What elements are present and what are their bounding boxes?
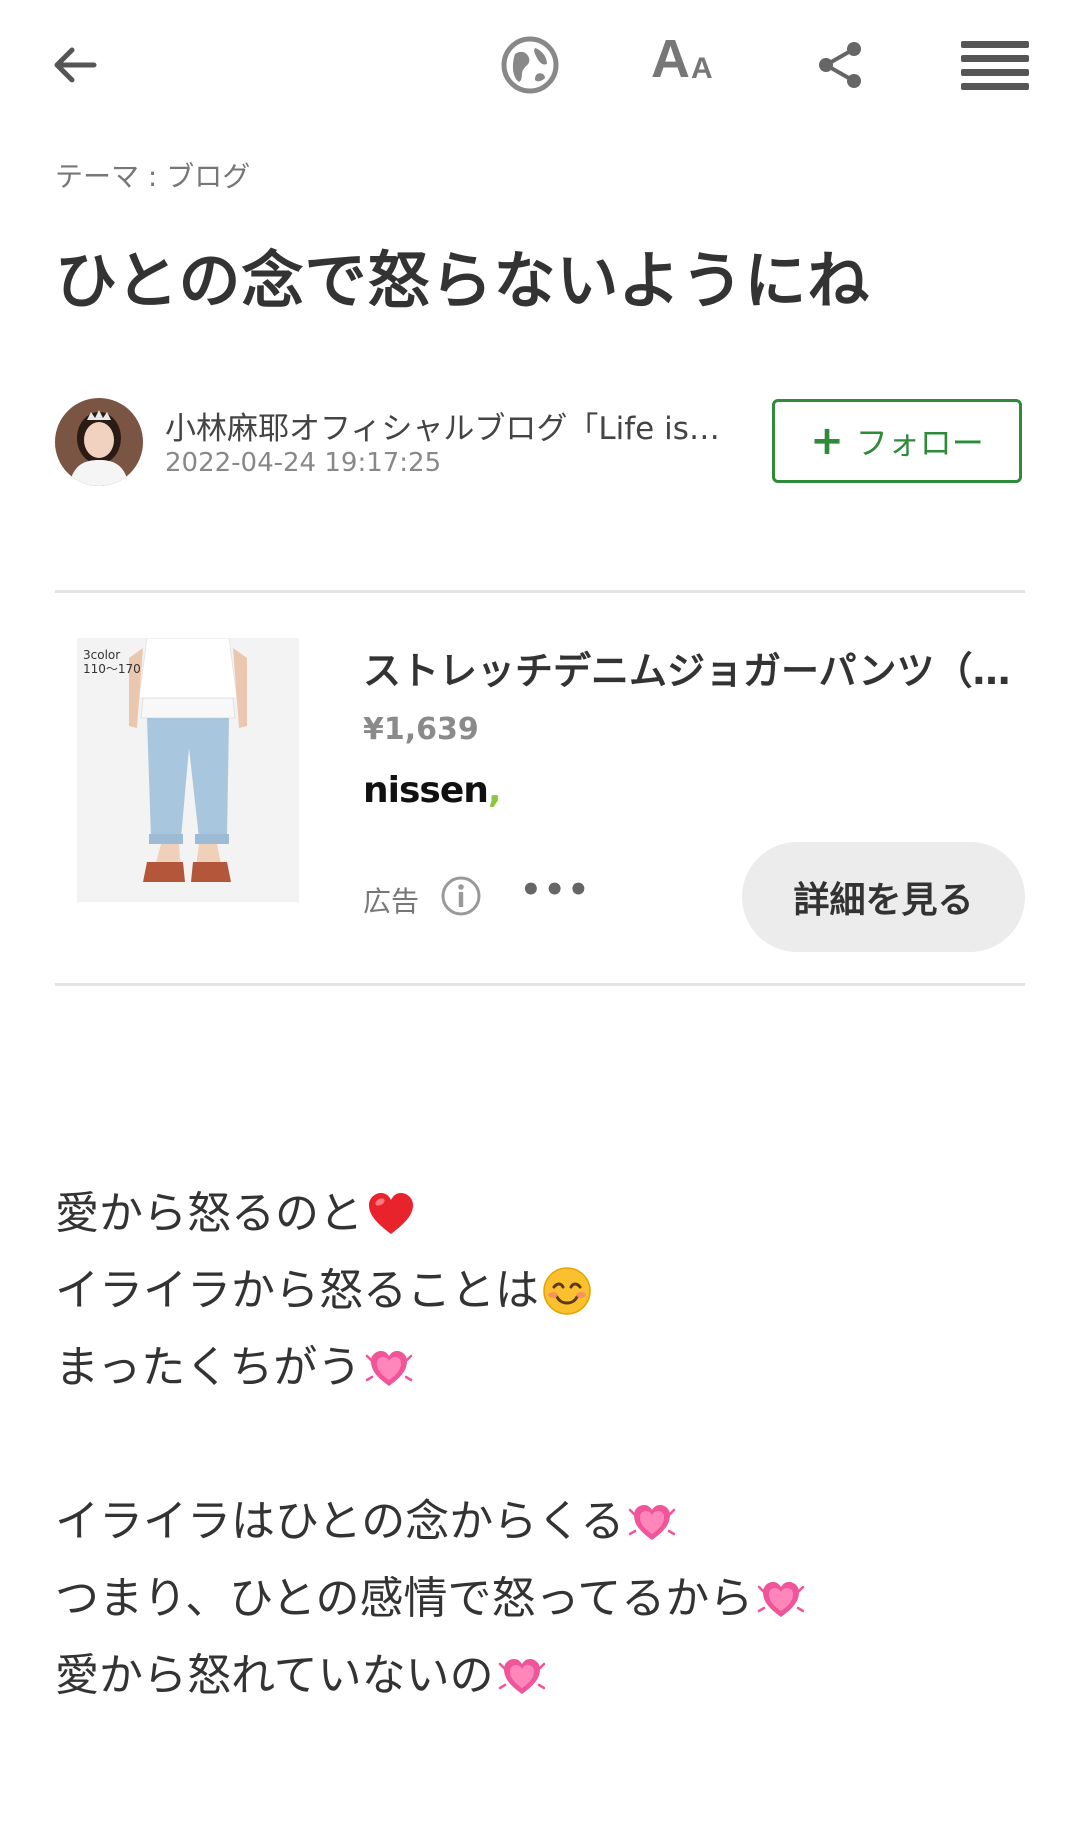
share-button[interactable]	[805, 30, 875, 100]
font-size-icon: A A	[649, 29, 721, 94]
body-line-text: イライラから怒ることは	[55, 1265, 539, 1316]
body-line: 愛から怒れていないの	[55, 1637, 1025, 1714]
growing-heart-icon	[629, 1504, 676, 1540]
divider-bottom	[55, 983, 1025, 986]
article-body: 愛から怒るのと イライラから怒ることは まったくちがう イライラはひとの念からく…	[55, 1175, 1025, 1714]
follow-label: フォロー	[855, 424, 984, 462]
growing-heart-icon	[758, 1581, 805, 1617]
body-line-text: つまり、ひとの感情で怒ってるから	[55, 1573, 754, 1624]
body-line: まったくちがう	[55, 1329, 1025, 1406]
menu-button[interactable]	[955, 30, 1035, 100]
body-line: イライラから怒ることは	[55, 1252, 1025, 1329]
top-bar: A A	[0, 0, 1075, 140]
ad-card[interactable]: 3color 110〜170 ストレッチデニムジョガーパンツ（… ¥1,639 …	[55, 600, 1025, 980]
author-name[interactable]: 小林麻耶オフィシャルブログ「Life is…	[165, 403, 785, 448]
plus-icon: +	[810, 418, 844, 464]
post-date: 2022-04-24 19:17:25	[165, 448, 442, 478]
translate-button[interactable]	[495, 30, 565, 100]
ad-badge-colors: 3color	[83, 648, 121, 662]
ad-image-badge: 3color 110〜170	[83, 648, 141, 676]
page-title: ひとの念で怒らないようにね	[55, 244, 871, 317]
body-line: 愛から怒るのと	[55, 1175, 1025, 1252]
menu-icon	[961, 41, 1029, 90]
follow-button[interactable]: + フォロー	[772, 399, 1022, 483]
body-line-text: まったくちがう	[55, 1342, 362, 1393]
font-size-button[interactable]: A A	[645, 28, 725, 100]
red-heart-icon	[369, 1192, 413, 1234]
ad-info-button[interactable]	[440, 875, 482, 921]
ad-title[interactable]: ストレッチデニムジョガーパンツ（…	[363, 640, 1028, 695]
ad-price: ¥1,639	[363, 712, 479, 747]
font-size-glyph-large: A	[651, 29, 690, 89]
ad-product-image[interactable]: 3color 110〜170	[77, 638, 299, 902]
ad-badge-sizes: 110〜170	[83, 662, 141, 676]
avatar[interactable]	[55, 398, 143, 486]
ad-brand-mark: ,	[487, 770, 502, 811]
globe-icon	[501, 36, 559, 94]
body-line-text: 愛から怒るのと	[55, 1188, 363, 1239]
article-theme[interactable]: テーマ : ブログ	[55, 155, 250, 195]
author-row: 小林麻耶オフィシャルブログ「Life is… 2022-04-24 19:17:…	[55, 398, 1025, 488]
back-button[interactable]	[40, 30, 110, 100]
smiling-face-icon	[543, 1266, 591, 1315]
ad-more-button[interactable]: •••	[520, 870, 591, 910]
ad-brand-logo: nissen,	[363, 770, 502, 811]
font-size-glyph-small: A	[691, 52, 713, 85]
ad-detail-button[interactable]: 詳細を見る	[742, 842, 1025, 952]
body-line-text: 愛から怒れていないの	[55, 1650, 494, 1701]
ad-label: 広告	[363, 885, 420, 918]
body-line-text: イライラはひとの念からくる	[55, 1496, 625, 1547]
ad-brand-name: nissen	[363, 770, 489, 811]
body-line: イライラはひとの念からくる	[55, 1483, 1025, 1560]
growing-heart-icon	[498, 1658, 545, 1694]
body-line: つまり、ひとの感情で怒ってるから	[55, 1560, 1025, 1637]
arrow-left-icon	[54, 47, 97, 83]
share-icon	[819, 42, 861, 88]
growing-heart-icon	[366, 1350, 413, 1386]
info-icon	[441, 876, 481, 916]
divider-top	[55, 590, 1025, 593]
